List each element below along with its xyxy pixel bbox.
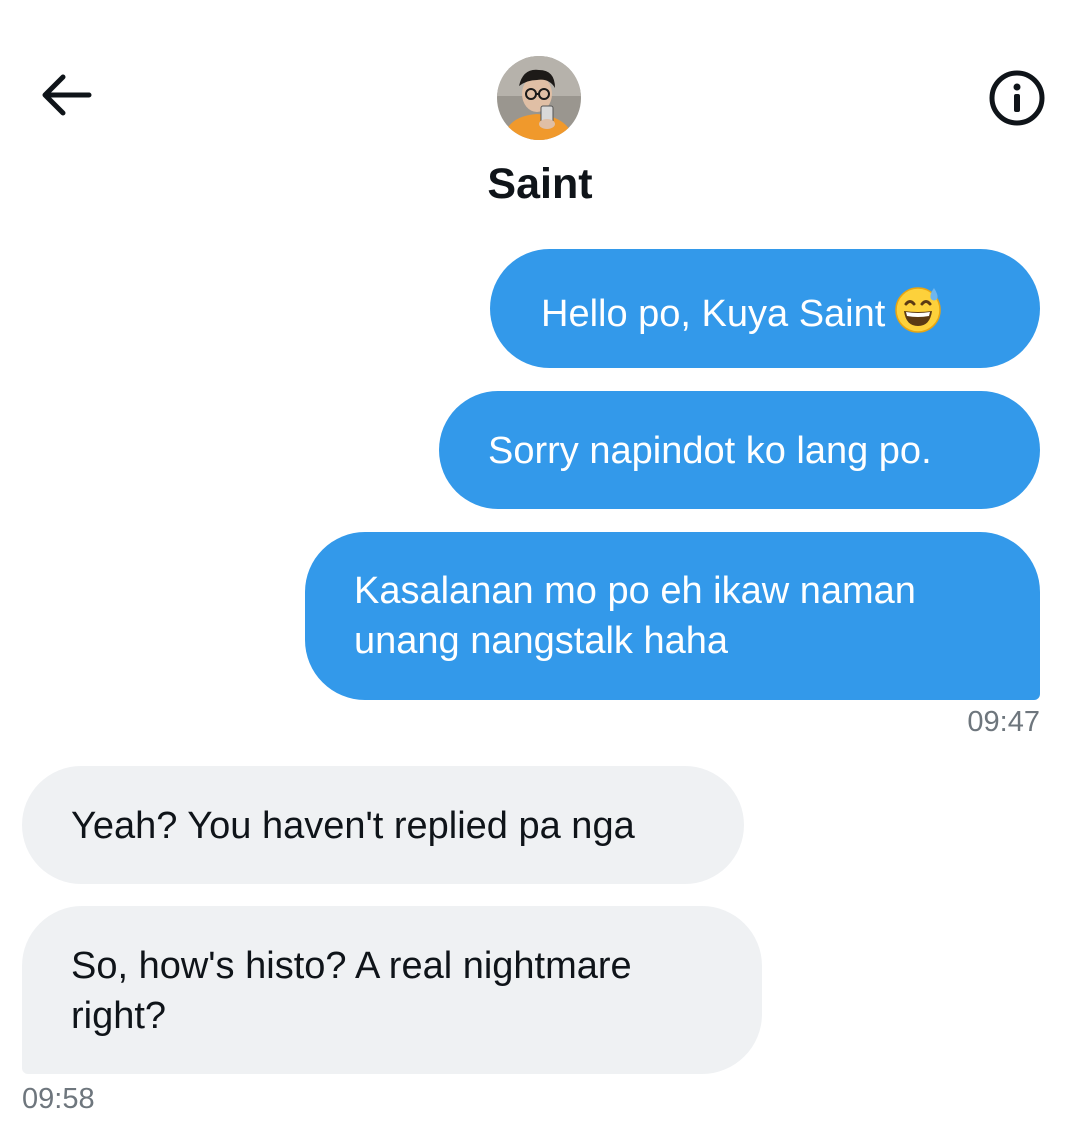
sent-message-bubble[interactable]: Kasalanan mo po eh ikaw naman unang nang… [305,532,1040,700]
message-text: Hello po, Kuya Saint [541,293,886,335]
avatar[interactable] [497,56,581,140]
received-message-bubble[interactable]: Yeah? You haven't replied pa nga [22,766,744,884]
info-circle-icon [989,70,1045,126]
received-message-bubble[interactable]: So, how's histo? A real nightmare right? [22,906,762,1074]
message-timestamp: 09:58 [22,1083,95,1115]
conversation-header: Saint [0,0,1080,230]
sent-message-bubble[interactable]: Hello po, Kuya Saint [490,249,1040,368]
sent-message-bubble[interactable]: Sorry napindot ko lang po. [439,391,1040,509]
contact-name[interactable]: Saint [0,160,1080,209]
back-button[interactable] [30,62,100,128]
message-text: So, how's histo? A real nightmare right? [71,945,632,1037]
grinning-face-with-sweat-emoji [895,287,942,333]
arrow-left-icon [42,74,92,116]
info-button[interactable] [985,66,1049,130]
profile-photo [497,56,581,140]
message-text: Yeah? You haven't replied pa nga [71,805,635,847]
message-text: Kasalanan mo po eh ikaw naman unang nang… [354,570,916,662]
message-timestamp: 09:47 [967,706,1040,738]
message-text: Sorry napindot ko lang po. [488,430,932,472]
